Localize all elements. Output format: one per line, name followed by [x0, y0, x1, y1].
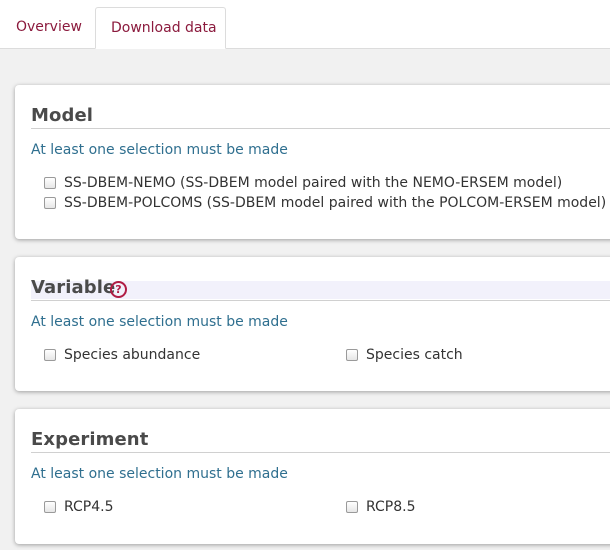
- variable-option-abundance-checkbox[interactable]: [44, 349, 56, 361]
- model-option-polcoms-label: SS-DBEM-POLCOMS (SS-DBEM model paired wi…: [64, 195, 607, 211]
- variable-option-catch[interactable]: Species catch: [346, 347, 463, 363]
- experiment-hint: At least one selection must be made: [31, 466, 288, 482]
- experiment-option-rcp85[interactable]: RCP8.5: [346, 499, 416, 515]
- variable-option-abundance-label: Species abundance: [64, 347, 201, 363]
- variable-option-abundance[interactable]: Species abundance: [44, 347, 200, 363]
- experiment-option-rcp45-checkbox[interactable]: [44, 501, 56, 513]
- variable-panel: Variable ? At least one selection must b…: [15, 257, 610, 391]
- variable-option-catch-checkbox[interactable]: [346, 349, 358, 361]
- experiment-title: Experiment: [31, 429, 149, 450]
- model-option-polcoms-checkbox[interactable]: [44, 197, 56, 209]
- model-hint: At least one selection must be made: [31, 142, 288, 158]
- variable-option-catch-label: Species catch: [366, 347, 463, 363]
- main-content: Model At least one selection must be mad…: [0, 49, 610, 550]
- model-panel: Model At least one selection must be mad…: [15, 85, 610, 239]
- question-circle-icon[interactable]: ?: [110, 281, 127, 298]
- experiment-option-rcp45[interactable]: RCP4.5: [44, 499, 114, 515]
- model-title: Model: [31, 105, 94, 126]
- model-option-nemo-label: SS-DBEM-NEMO (SS-DBEM model paired with …: [64, 175, 563, 191]
- experiment-panel: Experiment At least one selection must b…: [15, 409, 610, 544]
- variable-title: Variable: [31, 277, 116, 298]
- model-option-nemo[interactable]: SS-DBEM-NEMO (SS-DBEM model paired with …: [44, 175, 562, 191]
- model-divider: [31, 128, 610, 129]
- variable-hint: At least one selection must be made: [31, 314, 288, 330]
- variable-divider: [31, 300, 610, 301]
- tab-bar: Overview Download data: [0, 0, 610, 49]
- experiment-option-rcp85-checkbox[interactable]: [346, 501, 358, 513]
- experiment-divider: [31, 452, 610, 453]
- tab-download-data[interactable]: Download data: [95, 7, 226, 49]
- model-option-nemo-checkbox[interactable]: [44, 177, 56, 189]
- model-option-polcoms[interactable]: SS-DBEM-POLCOMS (SS-DBEM model paired wi…: [44, 195, 606, 211]
- tab-overview[interactable]: Overview: [16, 7, 82, 48]
- experiment-option-rcp45-label: RCP4.5: [64, 499, 114, 515]
- experiment-option-rcp85-label: RCP8.5: [366, 499, 416, 515]
